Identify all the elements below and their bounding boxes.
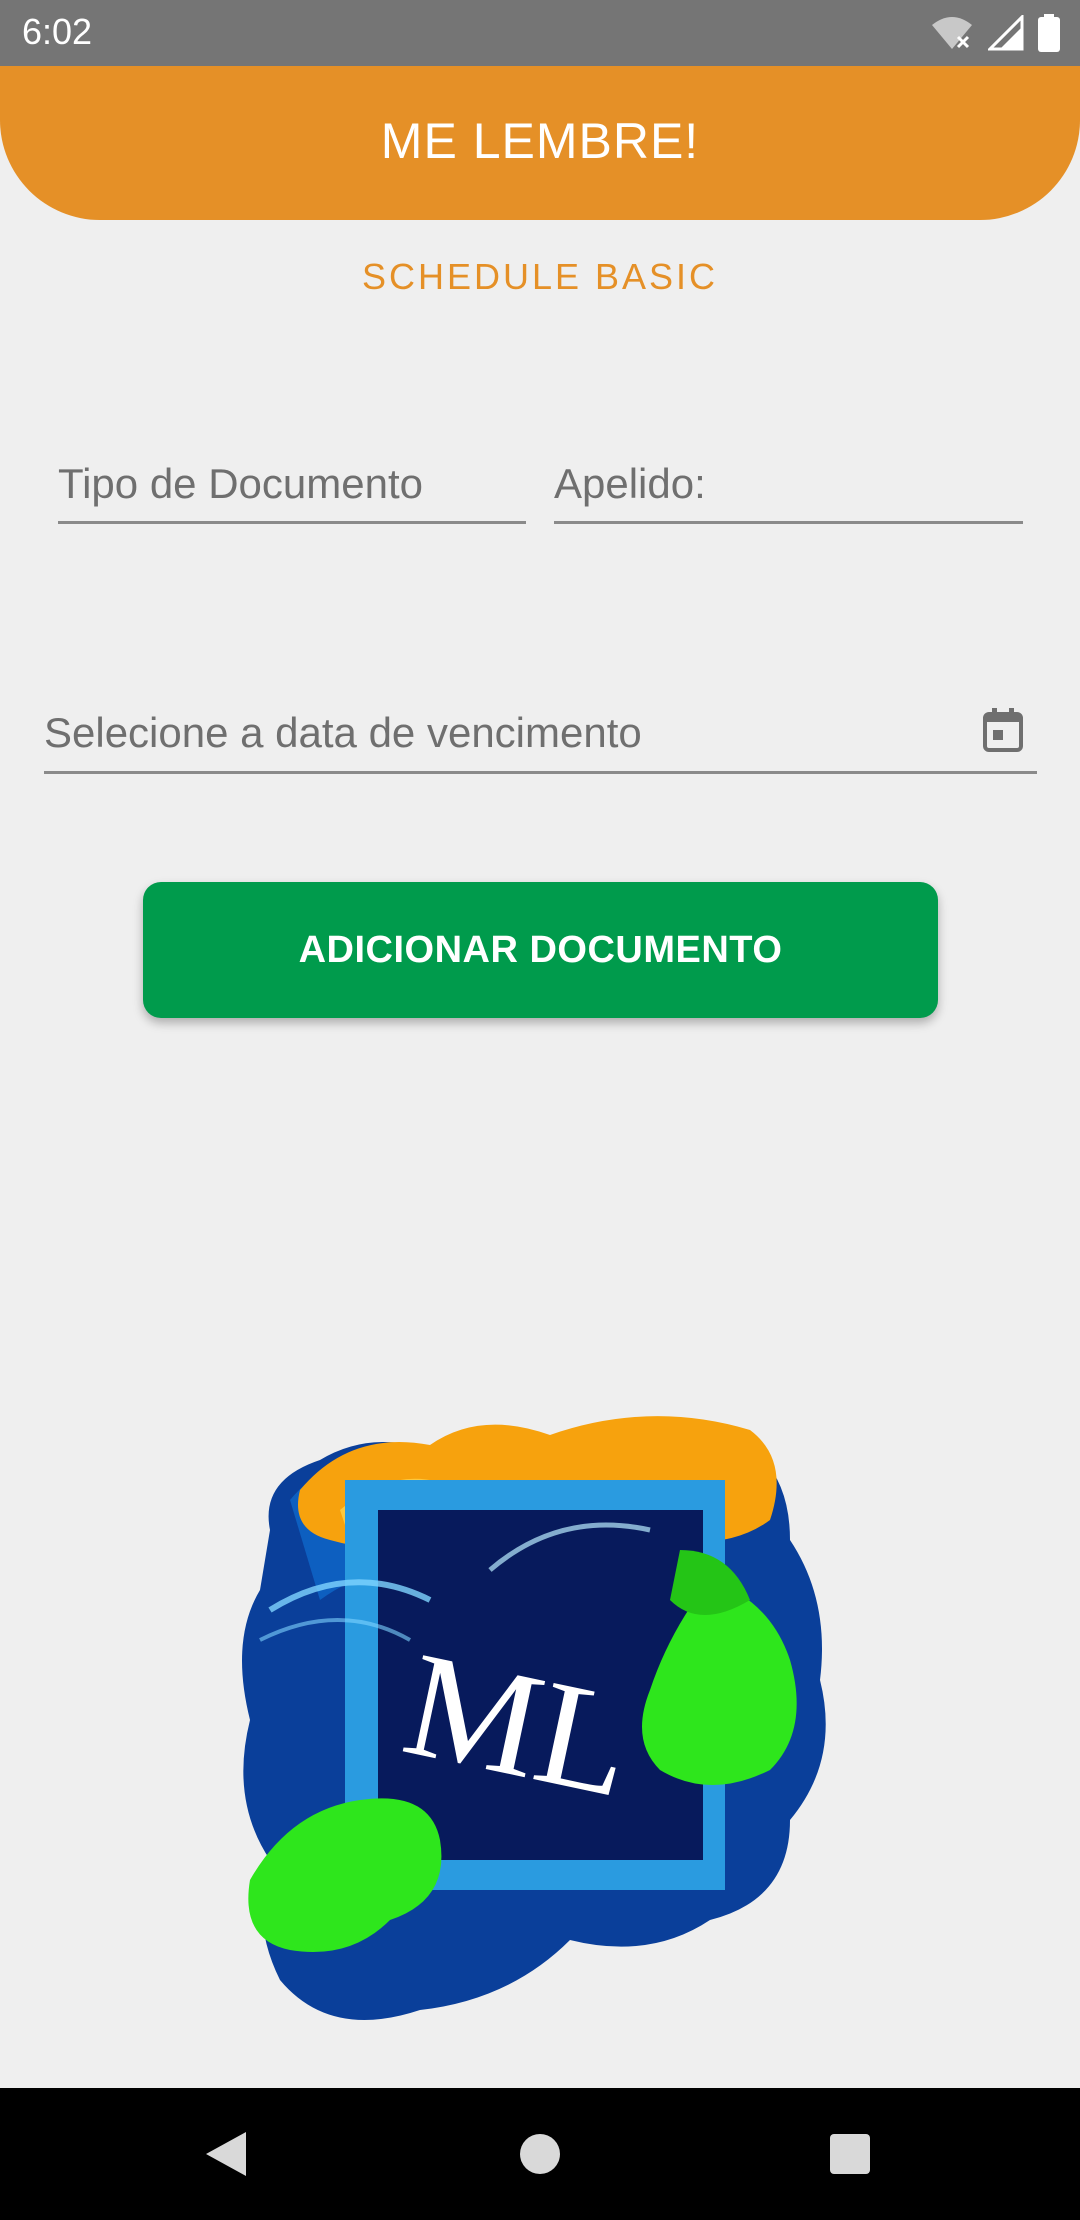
battery-icon — [1038, 14, 1060, 52]
wifi-off-icon — [932, 17, 972, 49]
home-icon — [520, 2134, 560, 2174]
recents-button[interactable] — [810, 2118, 890, 2190]
data-vencimento-field — [44, 694, 1037, 774]
back-button[interactable] — [186, 2118, 266, 2190]
calendar-icon[interactable] — [983, 708, 1023, 752]
adicionar-documento-button[interactable]: ADICIONAR DOCUMENTO — [143, 882, 938, 1018]
tipo-documento-input[interactable] — [58, 446, 526, 521]
status-icons — [930, 14, 1060, 52]
home-button[interactable] — [500, 2118, 580, 2190]
back-icon — [206, 2132, 246, 2176]
apelido-field — [554, 446, 1023, 524]
app-bar: ME LEMBRE! — [0, 66, 1080, 220]
recents-icon — [830, 2134, 870, 2174]
page-subtitle: SCHEDULE BASIC — [361, 256, 719, 297]
status-bar: 6:02 — [0, 0, 1080, 66]
tipo-documento-field — [58, 446, 526, 524]
app-title: ME LEMBRE! — [380, 113, 700, 169]
signal-icon — [988, 15, 1024, 51]
apelido-input[interactable] — [554, 446, 1023, 521]
data-vencimento-input[interactable] — [44, 694, 1037, 771]
app-screen: 6:02 ME LEMBRE! SCHEDULE BASIC Tipo de D… — [0, 0, 1080, 2220]
navigation-bar — [0, 2088, 1080, 2220]
ml-logo: ML — [242, 1416, 826, 2020]
status-time: 6:02 — [22, 11, 93, 52]
